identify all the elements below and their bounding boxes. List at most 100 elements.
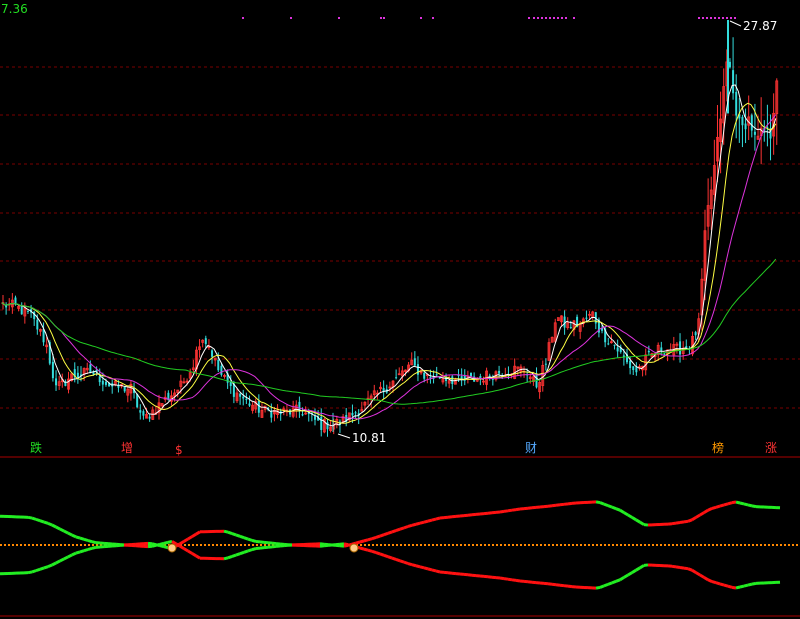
candle-body [544, 363, 547, 365]
oscillator-upper-segment [63, 529, 69, 535]
marker-cai: 财 [525, 441, 538, 455]
oscillator-upper-segment [607, 504, 613, 509]
candle-body [741, 116, 744, 126]
candle-body [607, 343, 610, 345]
oscillator-upper-segment [507, 508, 513, 513]
candle-body [101, 380, 104, 385]
oscillator-upper-segment [431, 517, 437, 522]
candle-body [470, 372, 472, 377]
oscillator-lower-segment [235, 552, 241, 557]
oscillator-lower-segment [599, 584, 605, 589]
oscillator-lower-segment [39, 566, 45, 571]
oscillator-upper-segment [403, 525, 409, 530]
axis-corner-value: 7.36 [1, 2, 28, 16]
signal-dot [726, 17, 728, 19]
signal-dot [528, 17, 530, 19]
oscillator-upper-segment [635, 518, 641, 524]
oscillator-upper-segment [735, 500, 741, 505]
oscillator-upper-segment [599, 501, 605, 506]
marker-bang: 榜 [712, 441, 725, 455]
oscillator-lower-segment [683, 566, 689, 571]
oscillator-lower-segment [723, 583, 729, 588]
oscillator-upper-segment [39, 519, 45, 524]
oscillator-lower-segment [679, 566, 685, 570]
oscillator-lower-segment [343, 542, 349, 547]
candle-body [314, 416, 316, 420]
oscillator-lower-segment [187, 549, 193, 555]
candle-body [354, 412, 357, 414]
oscillator-lower-segment [87, 546, 93, 551]
signal-dot [338, 17, 340, 19]
candle-body [435, 374, 438, 376]
candle-body [76, 372, 79, 378]
chart-canvas [0, 0, 800, 619]
marker-die: 跌 [30, 441, 43, 455]
candle-body [55, 378, 58, 386]
oscillator-upper-segment [31, 516, 37, 521]
candle-body [395, 377, 398, 379]
oscillator-lower-segment [687, 567, 693, 572]
oscillator-upper-segment [675, 521, 681, 525]
oscillator-lower-segment [407, 562, 413, 567]
signal-dot [290, 17, 292, 19]
candle-body [728, 61, 731, 68]
oscillator-upper-segment [391, 529, 397, 534]
oscillator-upper-segment [159, 544, 165, 549]
oscillator-lower-segment [691, 568, 697, 574]
candle-body [750, 115, 753, 131]
oscillator-lower-segment [739, 584, 745, 589]
candle-body [569, 327, 572, 329]
oscillator-lower-segment [47, 563, 53, 569]
signal-dot [710, 17, 712, 19]
oscillator-lower-segment [427, 567, 433, 572]
oscillator-upper-segment [243, 536, 249, 541]
candle-body [220, 365, 223, 375]
candle-body [257, 400, 260, 413]
oscillator-upper-segment [35, 517, 41, 523]
candle-body [89, 364, 92, 373]
oscillator-lower-segment [415, 564, 421, 569]
oscillator-lower-segment [75, 550, 81, 555]
signal-dot [545, 17, 547, 19]
oscillator-upper-segment [707, 507, 713, 512]
oscillator-lower-segment [227, 554, 233, 560]
oscillator-upper-segment [503, 509, 509, 513]
oscillator-lower-segment [31, 569, 37, 574]
candle-body [635, 367, 638, 373]
oscillator-lower-segment [371, 549, 377, 554]
oscillator-lower-segment [83, 548, 89, 553]
oscillator-lower-segment [435, 569, 441, 574]
candle-body [732, 70, 735, 94]
oscillator-upper-segment [163, 545, 169, 550]
oscillator-upper-segment [383, 531, 389, 537]
oscillator-upper-segment [679, 520, 685, 524]
oscillator-upper-segment [251, 538, 257, 543]
oscillator-upper-segment [371, 536, 377, 541]
marker-dollar: $ [175, 443, 183, 457]
oscillator-upper-segment [603, 502, 609, 508]
oscillator-upper-segment [387, 530, 393, 535]
oscillator-upper-segment [179, 540, 185, 546]
oscillator-lower-segment [631, 568, 637, 574]
candle-body [239, 393, 242, 397]
oscillator-lower-segment [399, 559, 405, 564]
oscillator-lower-segment [43, 565, 49, 570]
candle-body [585, 317, 588, 319]
oscillator-upper-segment [55, 525, 61, 531]
oscillator-lower-segment [251, 547, 257, 552]
candle-body [36, 319, 39, 330]
candle-body [351, 412, 354, 416]
oscillator-lower-segment [191, 552, 197, 558]
oscillator-upper-segment [395, 527, 401, 533]
candle-body [20, 306, 23, 315]
oscillator-upper-segment [683, 519, 689, 524]
oscillator-upper-segment [411, 522, 417, 527]
candle-body [491, 378, 494, 380]
oscillator-upper-segment [59, 527, 65, 533]
oscillator-lower-segment [55, 559, 61, 565]
oscillator-lower-segment [367, 548, 373, 553]
oscillator-lower-segment [363, 547, 369, 552]
oscillator-lower-segment [515, 578, 521, 583]
oscillator-lower-segment [27, 570, 33, 575]
oscillator-upper-segment [511, 508, 517, 512]
